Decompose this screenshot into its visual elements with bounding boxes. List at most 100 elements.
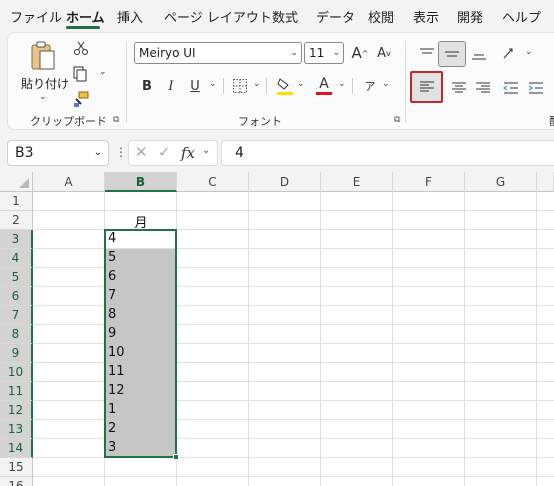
column-header-e[interactable]: E — [321, 172, 393, 192]
tab-page-layout[interactable]: ページ レイアウト — [164, 7, 272, 26]
formula-tools: ✕ ✓ fx ⌄ — [128, 140, 218, 166]
font-color-dropdown-icon[interactable]: ⌄ — [338, 79, 346, 89]
align-middle-button[interactable] — [438, 41, 466, 67]
select-all-corner[interactable] — [0, 172, 33, 192]
italic-button[interactable]: I — [162, 76, 180, 96]
paste-dropdown-icon[interactable]: ⌄ — [39, 92, 47, 102]
row-header-6[interactable]: 6 — [0, 287, 33, 306]
formula-bar: B3 ⌄ ⋮ ✕ ✓ fx ⌄ 4 — [0, 138, 554, 168]
column-header-b[interactable]: B — [105, 172, 177, 192]
borders-icon[interactable] — [230, 77, 250, 95]
font-color-glyph: A — [319, 75, 329, 92]
row-header-10[interactable]: 10 — [0, 363, 33, 382]
row-header-8[interactable]: 8 — [0, 325, 33, 344]
tab-home[interactable]: ホーム — [66, 7, 105, 26]
row-gridline — [33, 476, 554, 477]
column-gridline — [248, 192, 249, 486]
name-box-value: B3 — [15, 145, 34, 161]
copy-dropdown-icon[interactable]: ⌄ — [99, 67, 107, 77]
row-header-3[interactable]: 3 — [0, 230, 33, 249]
divider — [266, 78, 267, 94]
clipboard-group-label: クリップボード — [30, 115, 107, 128]
cancel-icon[interactable]: ✕ — [135, 143, 148, 161]
paste-icon[interactable] — [28, 39, 58, 73]
name-box[interactable]: B3 ⌄ — [7, 140, 109, 166]
tab-data[interactable]: データ — [316, 7, 355, 26]
underline-button[interactable]: U — [186, 76, 204, 96]
align-bottom-button[interactable] — [465, 41, 493, 67]
grow-font-button[interactable]: A ^ — [348, 43, 372, 63]
borders-dropdown-icon[interactable]: ⌄ — [253, 79, 261, 89]
row-header-12[interactable]: 12 — [0, 401, 33, 420]
bold-button[interactable]: B — [138, 76, 156, 96]
font-color-bar — [316, 91, 332, 95]
ribbon: 貼り付け ⌄ ⌄ クリップボード ⧉ Meiryo UI ⌄ 11 ⌄ A ^ A… — [7, 32, 554, 130]
fill-handle[interactable] — [173, 454, 179, 460]
row-header-9[interactable]: 9 — [0, 344, 33, 363]
row-header-14[interactable]: 14 — [0, 439, 33, 458]
column-header-c[interactable]: C — [177, 172, 249, 192]
enter-icon[interactable]: ✓ — [158, 143, 171, 161]
row-header-4[interactable]: 4 — [0, 249, 33, 268]
fill-color-dropdown-icon[interactable]: ⌄ — [297, 79, 305, 89]
font-name-combo[interactable]: Meiryo UI ⌄ — [134, 42, 302, 64]
group-separator — [405, 41, 406, 123]
fill-color-icon[interactable] — [274, 75, 296, 97]
decrease-indent-icon[interactable] — [497, 75, 525, 101]
font-size-combo[interactable]: 11 ⌄ — [304, 42, 344, 64]
shrink-font-glyph: A — [377, 45, 387, 61]
tab-insert[interactable]: 挿入 — [117, 7, 143, 26]
formula-input[interactable]: 4 — [221, 140, 554, 166]
align-right-button[interactable] — [469, 75, 497, 101]
copy-icon[interactable] — [70, 65, 90, 83]
paste-button[interactable]: 貼り付け — [21, 75, 69, 92]
row-header-1[interactable]: 1 — [0, 192, 33, 211]
font-color-button[interactable]: A — [314, 74, 334, 96]
shrink-font-button[interactable]: Av — [372, 43, 396, 63]
active-tab-indicator — [66, 26, 100, 29]
column-header-d[interactable]: D — [249, 172, 321, 192]
font-name-value: Meiryo UI — [139, 46, 196, 60]
column-header-partial[interactable] — [537, 172, 554, 192]
cut-icon[interactable] — [72, 39, 90, 57]
phonetic-guide-button[interactable]: ア — [360, 75, 380, 97]
column-header-f[interactable]: F — [393, 172, 465, 192]
row-header-7[interactable]: 7 — [0, 306, 33, 325]
align-left-button[interactable] — [410, 71, 443, 103]
font-group-label: フォント — [238, 115, 282, 128]
row-header-16[interactable]: 16 — [0, 477, 33, 486]
row-header-2[interactable]: 2 — [0, 211, 33, 230]
phonetic-dropdown-icon[interactable]: ⌄ — [382, 79, 390, 89]
tab-file[interactable]: ファイル — [10, 7, 62, 26]
row-header-5[interactable]: 5 — [0, 268, 33, 287]
alignment-group-label: 配 — [549, 113, 554, 129]
clipboard-launcher-icon[interactable]: ⧉ — [113, 115, 119, 125]
tab-review[interactable]: 校閲 — [368, 7, 394, 26]
grow-font-glyph: A — [351, 44, 362, 62]
column-header-g[interactable]: G — [465, 172, 537, 192]
tab-formulas[interactable]: 数式 — [272, 7, 298, 26]
column-header-a[interactable]: A — [33, 172, 105, 192]
more-options-icon[interactable]: ⋮ — [115, 145, 127, 159]
orientation-dropdown-icon[interactable]: ⌄ — [525, 47, 533, 57]
chevron-down-icon: ⌄ — [93, 147, 102, 158]
orientation-icon[interactable] — [496, 41, 524, 67]
tab-view[interactable]: 表示 — [413, 7, 439, 26]
tab-developer[interactable]: 開発 — [457, 7, 483, 26]
column-gridline — [320, 192, 321, 486]
worksheet-grid[interactable]: ABCDEFG 1 2 3 4 5 6 7 8 9 10 11 12 13 14 15 16 月4567891… — [0, 172, 554, 486]
align-top-button[interactable] — [413, 41, 441, 67]
underline-dropdown-icon[interactable]: ⌄ — [209, 79, 217, 89]
font-launcher-icon[interactable]: ⧉ — [394, 115, 400, 125]
chevron-down-icon[interactable]: ⌄ — [202, 145, 210, 156]
insert-function-button[interactable]: fx — [181, 144, 195, 162]
divider — [223, 78, 224, 94]
row-header-13[interactable]: 13 — [0, 420, 33, 439]
selection-border — [104, 229, 177, 458]
format-painter-icon[interactable] — [71, 89, 91, 109]
increase-indent-icon[interactable] — [522, 75, 550, 101]
tab-help[interactable]: ヘルプ — [502, 7, 541, 26]
row-header-15[interactable]: 15 — [0, 458, 33, 477]
column-gridline — [392, 192, 393, 486]
row-header-11[interactable]: 11 — [0, 382, 33, 401]
